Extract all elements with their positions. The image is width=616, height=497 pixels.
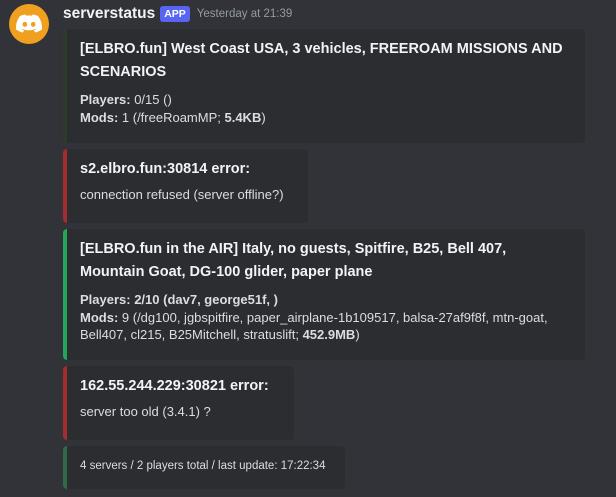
summary-embed: 4 servers / 2 players total / last updat… <box>63 446 345 489</box>
mods-size: 452.9MB <box>302 327 356 342</box>
embed-title: s2.elbro.fun:30814 error: <box>80 161 251 177</box>
discord-logo-icon <box>16 14 42 33</box>
players-label: Players: <box>80 292 131 307</box>
timestamp[interactable]: Yesterday at 21:39 <box>197 8 292 20</box>
mods-close: ) <box>261 109 266 125</box>
mods-field: Mods: 9 (/dg100, jgbspitfire, paper_airp… <box>80 309 573 344</box>
app-badge: APP <box>160 6 190 22</box>
mods-field: Mods: 1 (/freeRoamMP; 5.4KB) <box>80 109 573 127</box>
mods-size: 5.4KB <box>224 109 262 125</box>
error-embed: 162.55.244.229:30821 error: server too o… <box>63 366 294 440</box>
message-header: serverstatus APP Yesterday at 21:39 <box>63 5 292 23</box>
players-field: Players: 0/15 () <box>80 91 573 109</box>
mods-label: Mods: <box>80 309 119 325</box>
embed-description: server too old (3.4.1) ? <box>80 404 211 419</box>
mods-value: 1 (/freeRoamMP; <box>118 109 225 125</box>
players-value: 0/15 () <box>130 92 172 107</box>
embed-title: [ELBRO.fun] West Coast USA, 3 vehicles, … <box>80 41 563 80</box>
embed-footer: 4 servers / 2 players total / last updat… <box>80 460 326 472</box>
embed-description: connection refused (server offline?) <box>80 187 284 202</box>
embed-title: 162.55.244.229:30821 error: <box>80 378 269 394</box>
mods-close: ) <box>355 327 360 342</box>
players-label: Players: <box>80 92 131 107</box>
username[interactable]: serverstatus <box>63 5 155 23</box>
mods-label: Mods: <box>80 109 119 125</box>
error-embed: s2.elbro.fun:30814 error: connection ref… <box>63 149 308 223</box>
server-embed: [ELBRO.fun in the AIR] Italy, no guests,… <box>63 229 585 360</box>
server-embed: [ELBRO.fun] West Coast USA, 3 vehicles, … <box>63 29 585 143</box>
embed-title: [ELBRO.fun in the AIR] Italy, no guests,… <box>80 241 507 280</box>
players-value: 2/10 (dav7, george51f, ) <box>130 292 278 307</box>
avatar[interactable] <box>9 4 49 44</box>
players-field: Players: 2/10 (dav7, george51f, ) <box>80 291 573 309</box>
